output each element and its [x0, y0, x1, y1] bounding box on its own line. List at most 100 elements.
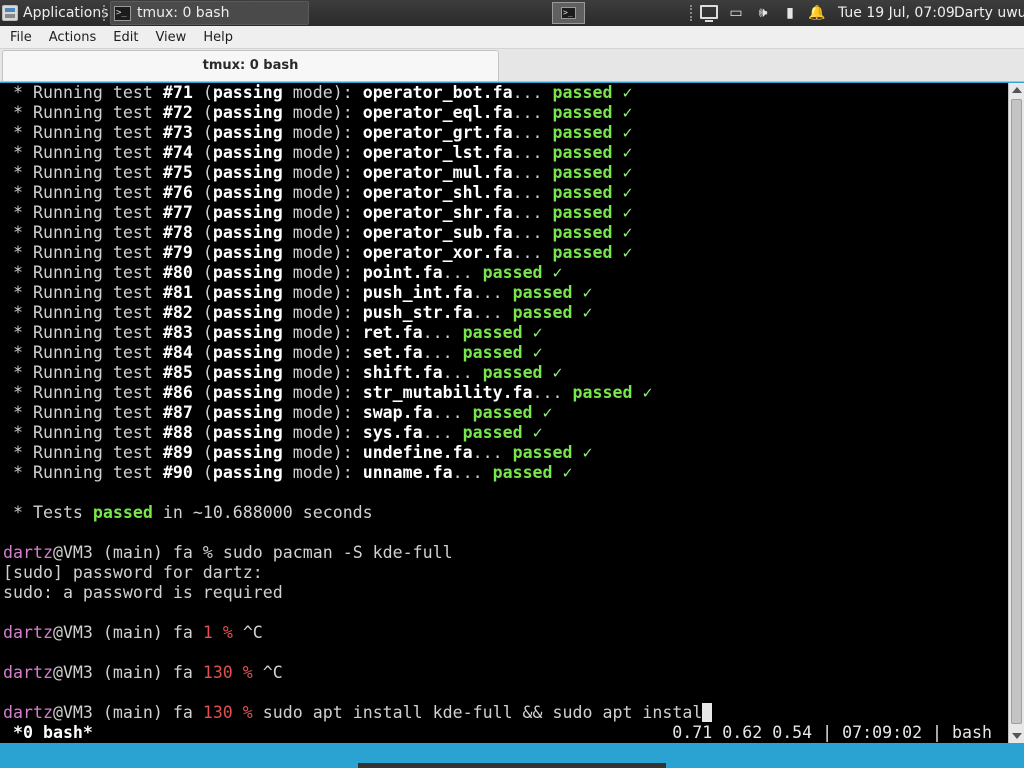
test-file: operator_sub.fa — [362, 223, 513, 242]
prompt-percent: % — [232, 663, 253, 682]
test-file: operator_eql.fa — [362, 103, 513, 122]
test-line: * Running test #88 (passing mode): sys.f… — [3, 423, 543, 443]
mode-word: passing — [212, 163, 283, 182]
mode-open: ( — [192, 283, 213, 302]
check-icon: ✓ — [612, 83, 633, 102]
ellipsis: ... — [512, 143, 553, 162]
check-icon: ✓ — [632, 383, 653, 402]
mode-rest: mode): — [282, 403, 363, 422]
mode-open: ( — [192, 263, 213, 282]
test-number: #85 — [162, 363, 193, 382]
scroll-down-arrow-icon[interactable] — [1012, 733, 1022, 739]
mode-rest: mode): — [282, 303, 363, 322]
ellipsis: ... — [512, 183, 553, 202]
scrollbar-thumb[interactable] — [1011, 99, 1022, 724]
test-prefix: * Running test — [3, 203, 163, 222]
applications-menu-button[interactable]: Applications — [0, 0, 115, 26]
test-prefix: * Running test — [3, 83, 163, 102]
summary-rest: in ~10.688000 seconds — [152, 503, 373, 522]
bell-icon[interactable]: 🔔 — [808, 5, 826, 21]
mode-open: ( — [192, 323, 213, 342]
ellipsis: ... — [472, 443, 513, 462]
test-line: * Running test #73 (passing mode): opera… — [3, 123, 632, 143]
ellipsis: ... — [512, 243, 553, 262]
ellipsis: ... — [422, 343, 463, 362]
check-icon: ✓ — [572, 283, 593, 302]
test-number: #81 — [162, 283, 193, 302]
ellipsis: ... — [512, 83, 553, 102]
test-file: sys.fa — [362, 423, 423, 442]
mode-open: ( — [192, 143, 213, 162]
check-icon: ✓ — [572, 443, 593, 462]
mode-word: passing — [212, 283, 283, 302]
ellipsis: ... — [472, 303, 513, 322]
ellipsis: ... — [512, 223, 553, 242]
vertical-scrollbar[interactable] — [1008, 83, 1024, 743]
test-number: #77 — [162, 203, 193, 222]
test-prefix: * Running test — [3, 423, 163, 442]
menu-bar: File Actions Edit View Help — [0, 26, 1024, 49]
mode-rest: mode): — [282, 103, 363, 122]
test-line: * Running test #72 (passing mode): opera… — [3, 103, 632, 123]
output-text: sudo: a password is required — [3, 583, 283, 602]
test-file: swap.fa — [362, 403, 433, 422]
mode-rest: mode): — [282, 183, 363, 202]
menu-help[interactable]: Help — [193, 30, 240, 45]
passed-label: passed — [552, 83, 613, 102]
mode-rest: mode): — [282, 83, 363, 102]
mode-open: ( — [192, 83, 213, 102]
test-number: #83 — [162, 323, 193, 342]
test-file: operator_mul.fa — [362, 163, 513, 182]
monitor-icon[interactable] — [700, 5, 718, 22]
menu-view[interactable]: View — [145, 30, 193, 45]
test-file: operator_shr.fa — [362, 203, 513, 222]
summary-line: * Tests passed in ~10.688000 seconds — [3, 503, 373, 523]
power-icon[interactable]: ▮ — [781, 5, 799, 21]
test-line: * Running test #89 (passing mode): undef… — [3, 443, 593, 463]
test-number: #82 — [162, 303, 193, 322]
menu-edit[interactable]: Edit — [103, 30, 145, 45]
test-prefix: * Running test — [3, 383, 163, 402]
test-file: set.fa — [362, 343, 423, 362]
test-number: #89 — [162, 443, 193, 462]
tab-tmux[interactable]: tmux: 0 bash — [2, 50, 499, 81]
mode-word: passing — [212, 123, 283, 142]
menu-file[interactable]: File — [0, 30, 39, 45]
check-icon: ✓ — [572, 303, 593, 322]
mode-open: ( — [192, 223, 213, 242]
ellipsis: ... — [512, 163, 553, 182]
user-menu[interactable]: Darty uwu — [954, 0, 1024, 26]
passed-label: passed — [552, 103, 613, 122]
menu-actions[interactable]: Actions — [39, 30, 104, 45]
terminal-view[interactable]: 0.71 0.62 0.54 | 07:09:02 | bash * Runni… — [0, 83, 1008, 743]
passed-label: passed — [512, 303, 573, 322]
test-file: operator_bot.fa — [362, 83, 513, 102]
clock[interactable]: Tue 19 Jul, 07:09 — [838, 0, 955, 26]
check-icon: ✓ — [522, 343, 543, 362]
test-line: * Running test #86 (passing mode): str_m… — [3, 383, 652, 403]
mode-word: passing — [212, 103, 283, 122]
command-text: sudo apt install kde-full && sudo apt in… — [262, 703, 703, 722]
test-number: #87 — [162, 403, 193, 422]
test-line: * Running test #84 (passing mode): set.f… — [3, 343, 543, 363]
taskbar-item-tmux[interactable]: >_ tmux: 0 bash — [110, 1, 309, 25]
mode-open: ( — [192, 163, 213, 182]
test-number: #71 — [162, 83, 193, 102]
command-text: sudo pacman -S kde-full — [222, 543, 453, 562]
test-number: #84 — [162, 343, 193, 362]
passed-label: passed — [482, 363, 543, 382]
check-icon: ✓ — [612, 103, 633, 122]
workspace-switcher[interactable]: >_ — [552, 2, 585, 24]
battery-tray-icon[interactable]: ▭ — [727, 5, 745, 21]
check-icon: ✓ — [522, 323, 543, 342]
scroll-up-arrow-icon[interactable] — [1012, 87, 1022, 93]
taskbar-item-label: tmux: 0 bash — [137, 5, 230, 21]
mode-open: ( — [192, 303, 213, 322]
volume-icon[interactable]: 🕪 — [754, 5, 772, 21]
test-line: * Running test #74 (passing mode): opera… — [3, 143, 632, 163]
test-line: * Running test #85 (passing mode): shift… — [3, 363, 563, 383]
test-prefix: * Running test — [3, 103, 163, 122]
mode-rest: mode): — [282, 223, 363, 242]
test-number: #73 — [162, 123, 193, 142]
mode-word: passing — [212, 423, 283, 442]
